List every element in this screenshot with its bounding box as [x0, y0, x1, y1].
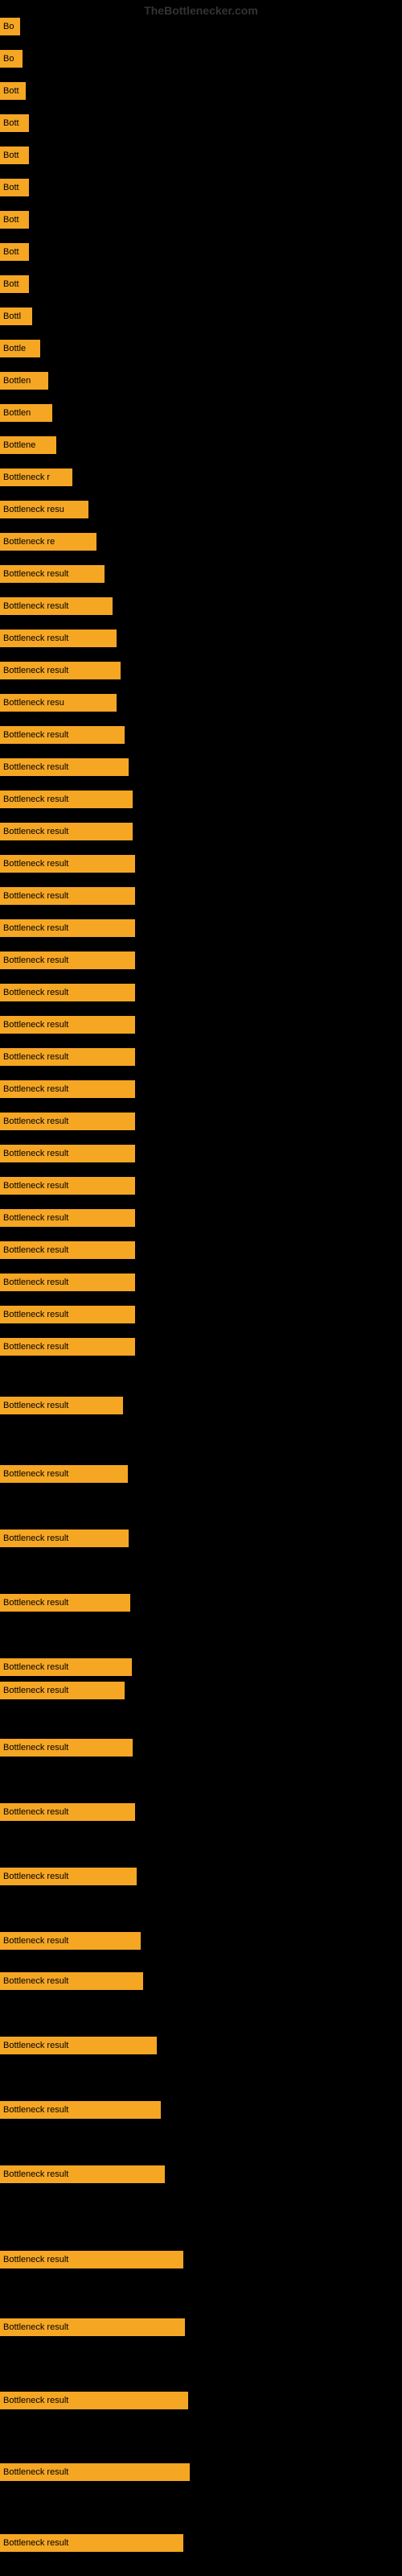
bottleneck-result-item: Bottleneck result [0, 887, 135, 905]
bottleneck-result-item: Bottleneck result [0, 726, 125, 744]
bottleneck-result-item: Bottleneck result [0, 1241, 135, 1259]
bottleneck-result-item: Bottleneck result [0, 1972, 143, 1990]
bottleneck-result-item: Bottleneck result [0, 1209, 135, 1227]
bottleneck-result-item: Bottleneck result [0, 2318, 185, 2336]
bottleneck-result-item: Bottleneck result [0, 1274, 135, 1291]
bottleneck-result-item: Bott [0, 114, 29, 132]
bottleneck-result-item: Bottleneck result [0, 1080, 135, 1098]
bottleneck-result-item: Bottleneck result [0, 1338, 135, 1356]
bottleneck-result-item: Bottleneck result [0, 2165, 165, 2183]
bottleneck-result-item: Bott [0, 243, 29, 261]
bottleneck-result-item: Bottleneck result [0, 1739, 133, 1757]
bottleneck-result-item: Bo [0, 18, 20, 35]
bottleneck-result-item: Bottleneck result [0, 1145, 135, 1162]
bottleneck-result-item: Bottleneck result [0, 2037, 157, 2054]
bottleneck-result-item: Bottlen [0, 372, 48, 390]
bottleneck-result-item: Bo [0, 50, 23, 68]
bottleneck-result-item: Bottleneck result [0, 1682, 125, 1699]
bottleneck-result-item: Bottleneck resu [0, 501, 88, 518]
bottleneck-result-item: Bottleneck result [0, 1048, 135, 1066]
bottleneck-result-item: Bottleneck r [0, 469, 72, 486]
bottleneck-result-item: Bottleneck result [0, 823, 133, 840]
bottleneck-result-item: Bott [0, 275, 29, 293]
bottleneck-result-item: Bottleneck result [0, 2101, 161, 2119]
bottleneck-result-item: Bottleneck result [0, 597, 113, 615]
bottleneck-result-item: Bottleneck result [0, 791, 133, 808]
bottleneck-result-item: Bottleneck result [0, 1868, 137, 1885]
bottleneck-result-item: Bottleneck result [0, 1306, 135, 1323]
bottleneck-result-item: Bottleneck result [0, 1803, 135, 1821]
bottleneck-result-item: Bottl [0, 308, 32, 325]
bottleneck-result-item: Bottleneck result [0, 1113, 135, 1130]
bottleneck-result-item: Bott [0, 82, 26, 100]
bottleneck-result-item: Bottleneck result [0, 565, 105, 583]
bottleneck-result-item: Bottleneck result [0, 1932, 141, 1950]
bottleneck-result-item: Bottlen [0, 404, 52, 422]
bottleneck-result-item: Bottleneck result [0, 855, 135, 873]
bottleneck-result-item: Bottleneck result [0, 919, 135, 937]
site-title: TheBottlenecker.com [144, 4, 258, 17]
bottleneck-result-item: Bottleneck result [0, 630, 117, 647]
bottleneck-result-item: Bottleneck result [0, 1177, 135, 1195]
bottleneck-result-item: Bottleneck result [0, 1465, 128, 1483]
bottleneck-result-item: Bottleneck result [0, 2251, 183, 2268]
bottleneck-result-item: Bott [0, 211, 29, 229]
bottleneck-result-item: Bottleneck result [0, 1397, 123, 1414]
bottleneck-result-item: Bottleneck resu [0, 694, 117, 712]
bottleneck-result-item: Bottleneck result [0, 2463, 190, 2481]
bottleneck-result-item: Bottleneck result [0, 2534, 183, 2552]
bottleneck-result-item: Bottleneck result [0, 1594, 130, 1612]
bottleneck-result-item: Bottle [0, 340, 40, 357]
bottleneck-result-item: Bott [0, 147, 29, 164]
bottleneck-result-item: Bottleneck re [0, 533, 96, 551]
bottleneck-result-item: Bottleneck result [0, 952, 135, 969]
bottleneck-result-item: Bottleneck result [0, 758, 129, 776]
bottleneck-result-item: Bottleneck result [0, 1658, 132, 1676]
bottleneck-result-item: Bottleneck result [0, 662, 121, 679]
bottleneck-result-item: Bott [0, 179, 29, 196]
bottleneck-result-item: Bottlene [0, 436, 56, 454]
bottleneck-result-item: Bottleneck result [0, 2392, 188, 2409]
bottleneck-result-item: Bottleneck result [0, 1530, 129, 1547]
bottleneck-result-item: Bottleneck result [0, 984, 135, 1001]
bottleneck-result-item: Bottleneck result [0, 1016, 135, 1034]
